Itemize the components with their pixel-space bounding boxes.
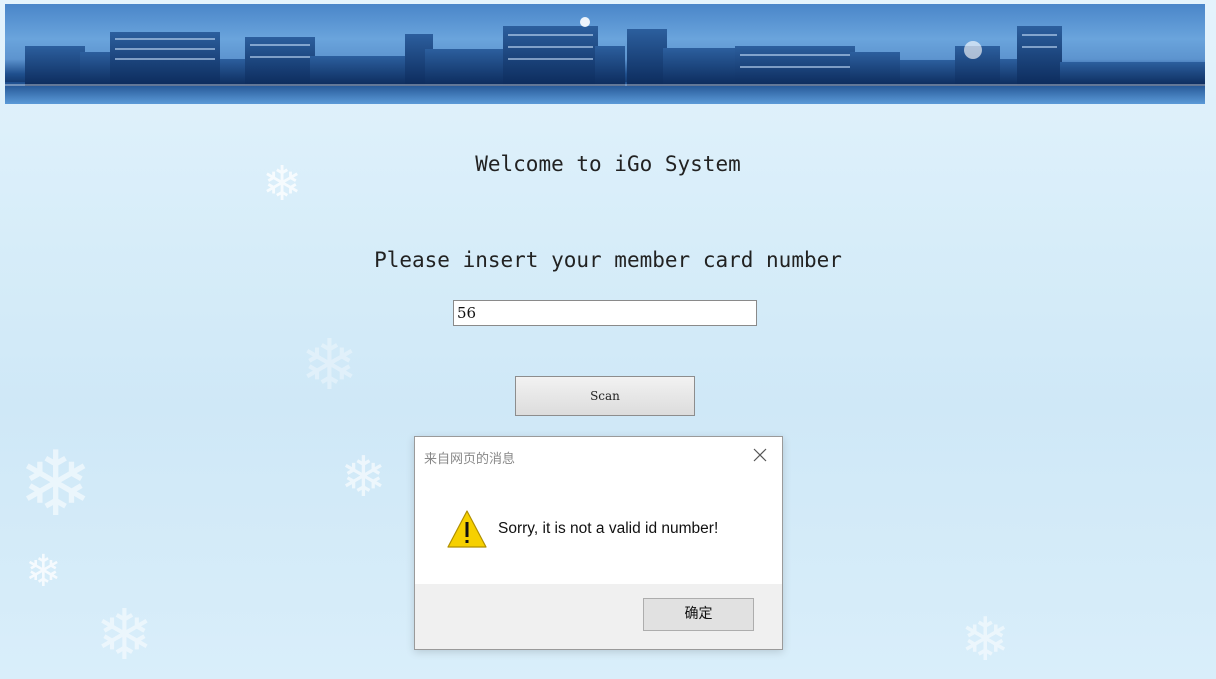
ok-button[interactable]: 确定 [643,598,754,631]
alert-dialog: 来自网页的消息 Sorry, it is not a valid id numb… [414,436,783,650]
snowflake-icon: ❄ [340,445,387,510]
snowflake-icon: ❄ [95,594,154,676]
snowflake-icon: ❄ [18,432,94,537]
snowflake-icon: ❄ [25,546,62,597]
warning-icon [446,509,488,549]
scan-button[interactable]: Scan [515,376,695,416]
snowflake-icon: ❄ [300,324,359,406]
close-icon[interactable] [750,445,770,465]
dialog-message: Sorry, it is not a valid id number! [498,520,719,537]
snowflake-icon: ❄ [960,605,1011,675]
city-skyline-banner [5,4,1205,104]
dialog-title: 来自网页的消息 [424,452,516,467]
card-number-prompt: Please insert your member card number [374,248,842,272]
dialog-footer: 确定 [415,584,782,649]
card-number-input[interactable] [453,300,757,326]
welcome-heading: Welcome to iGo System [475,152,741,176]
